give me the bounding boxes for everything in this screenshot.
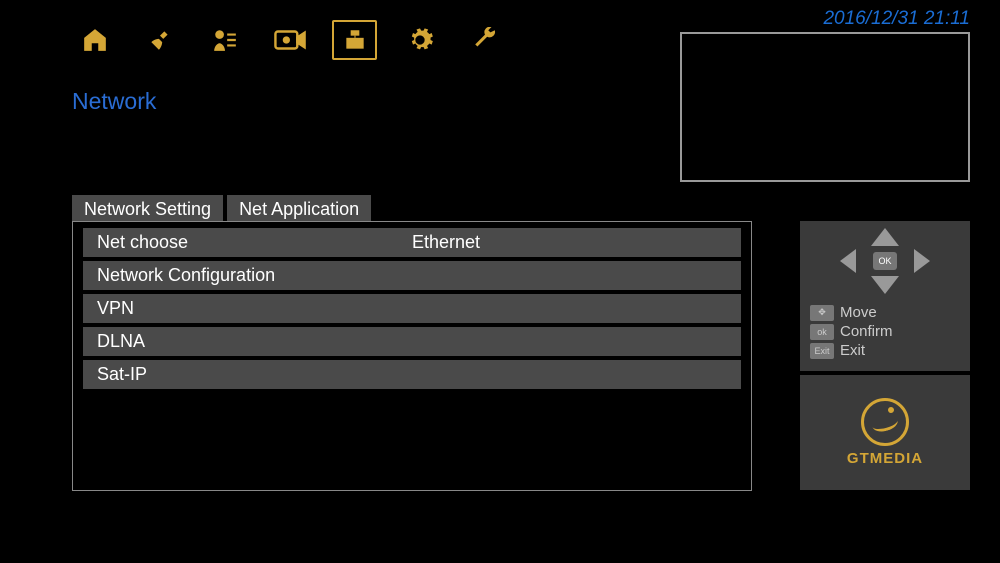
side-help-panel: OK ✥ Move ok Confirm Exit Exit GTMEDIA — [800, 221, 970, 490]
section-title: Network — [72, 88, 156, 115]
hint-label: Exit — [840, 342, 865, 359]
options-panel: Net choose Ethernet Network Configuratio… — [72, 221, 752, 491]
option-label: DLNA — [97, 331, 412, 352]
tab-net-application[interactable]: Net Application — [227, 195, 371, 224]
datetime-display: 2016/12/31 21:11 — [823, 8, 970, 30]
option-label: Network Configuration — [97, 265, 412, 286]
tools-wrench-icon[interactable] — [462, 20, 507, 60]
dpad-hint: OK ✥ Move ok Confirm Exit Exit — [800, 221, 970, 371]
ok-button-icon: OK — [873, 252, 897, 270]
hint-label: Move — [840, 304, 877, 321]
network-icon[interactable] — [332, 20, 377, 60]
home-icon[interactable] — [72, 20, 117, 60]
arrow-right-icon — [914, 249, 930, 273]
option-label: Sat-IP — [97, 364, 412, 385]
camera-icon[interactable] — [267, 20, 312, 60]
brand-logo-text: GTMEDIA — [847, 450, 923, 467]
tab-network-setting[interactable]: Network Setting — [72, 195, 223, 224]
hint-confirm: ok Confirm — [810, 323, 960, 340]
option-network-configuration[interactable]: Network Configuration — [83, 261, 741, 290]
preview-window — [680, 32, 970, 182]
arrow-up-icon — [871, 228, 899, 246]
option-label: Net choose — [97, 232, 412, 253]
option-dlna[interactable]: DLNA — [83, 327, 741, 356]
arrow-down-icon — [871, 276, 899, 294]
satellite-icon[interactable] — [137, 20, 182, 60]
arrow-left-icon — [840, 249, 856, 273]
option-net-choose[interactable]: Net choose Ethernet — [83, 228, 741, 257]
option-label: VPN — [97, 298, 412, 319]
option-vpn[interactable]: VPN — [83, 294, 741, 323]
exit-key-icon: Exit — [810, 343, 834, 359]
hint-move: ✥ Move — [810, 304, 960, 321]
brand-logo-icon — [861, 398, 909, 446]
brand-logo: GTMEDIA — [800, 375, 970, 490]
option-value: Ethernet — [412, 232, 727, 253]
settings-gear-icon[interactable] — [397, 20, 442, 60]
top-menu-icons — [72, 20, 507, 60]
move-key-icon: ✥ — [810, 305, 834, 321]
option-sat-ip[interactable]: Sat-IP — [83, 360, 741, 389]
user-list-icon[interactable] — [202, 20, 247, 60]
tabs-bar: Network Setting Net Application — [72, 195, 371, 224]
hint-label: Confirm — [840, 323, 893, 340]
hint-exit: Exit Exit — [810, 342, 960, 359]
confirm-key-icon: ok — [810, 324, 834, 340]
